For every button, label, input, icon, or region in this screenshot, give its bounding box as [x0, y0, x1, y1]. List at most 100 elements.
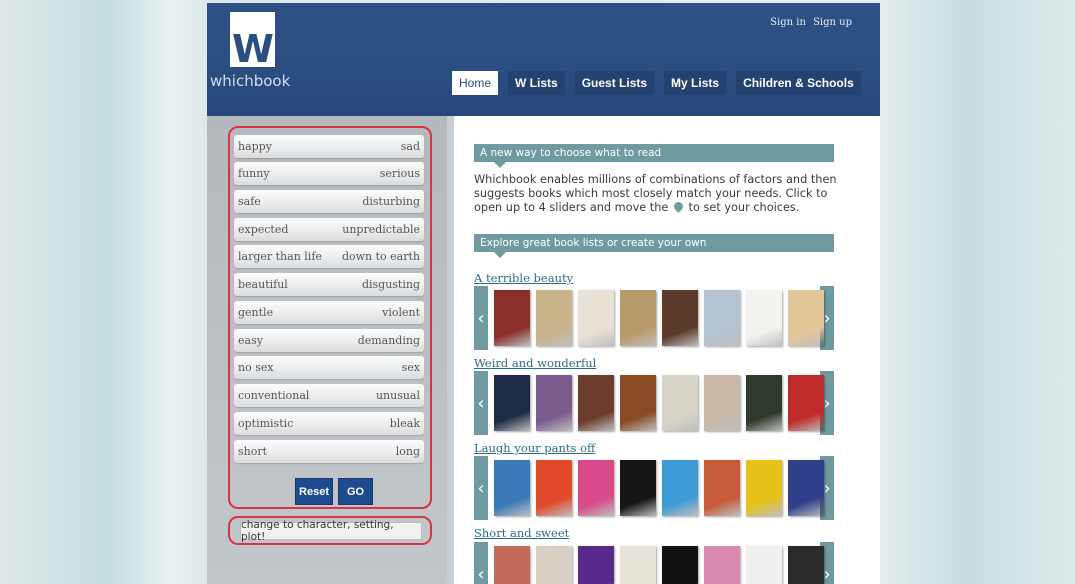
slider-left-label: expected [238, 223, 289, 236]
sign-in-link[interactable]: Sign in [770, 17, 806, 28]
book-cover[interactable] [746, 290, 782, 346]
list-title-terrible-beauty[interactable]: A terrible beauty [474, 271, 573, 285]
nav-home[interactable]: Home [452, 71, 499, 95]
slider-short-long[interactable]: short long [234, 440, 424, 463]
slider-right-label: disgusting [361, 278, 420, 291]
nav-w-lists[interactable]: W Lists [508, 71, 565, 95]
slider-left-label: funny [238, 167, 270, 180]
slider-right-label: sad [400, 140, 420, 153]
carousel-laugh-pants: ‹ › [474, 456, 834, 520]
slider-optimistic-bleak[interactable]: optimistic bleak [234, 412, 424, 435]
slider-expected-unpredictable[interactable]: expected unpredictable [234, 218, 424, 241]
banner-new-way: A new way to choose what to read [474, 144, 834, 168]
slider-beautiful-disgusting[interactable]: beautiful disgusting [234, 273, 424, 296]
slider-left-label: larger than life [238, 250, 322, 263]
nav-my-lists[interactable]: My Lists [664, 71, 727, 95]
book-cover[interactable] [704, 375, 740, 431]
book-cover[interactable] [578, 460, 614, 516]
book-cover[interactable] [662, 460, 698, 516]
slider-left-label: conventional [238, 389, 310, 402]
book-cover[interactable] [704, 290, 740, 346]
book-cover[interactable] [704, 460, 740, 516]
prev-arrow-icon[interactable]: ‹ [474, 542, 488, 584]
list-title-weird-wonderful[interactable]: Weird and wonderful [474, 356, 596, 370]
book-cover[interactable] [662, 290, 698, 346]
book-cover[interactable] [704, 546, 740, 584]
book-cover[interactable] [536, 546, 572, 584]
book-cover[interactable] [494, 290, 530, 346]
auth-links: Sign in Sign up [766, 17, 852, 28]
book-cover[interactable] [578, 375, 614, 431]
book-cover[interactable] [746, 460, 782, 516]
slider-right-label: unusual [375, 389, 420, 402]
book-cover[interactable] [746, 546, 782, 584]
slider-left-label: beautiful [238, 278, 288, 291]
main-nav: Home W Lists Guest Lists My Lists Childr… [452, 71, 871, 95]
book-cover[interactable] [536, 375, 572, 431]
slider-larger-down[interactable]: larger than life down to earth [234, 245, 424, 268]
book-cover[interactable] [788, 460, 824, 516]
prev-arrow-icon[interactable]: ‹ [474, 286, 488, 350]
book-cover[interactable] [494, 375, 530, 431]
logo-text[interactable]: whichbook [210, 72, 290, 90]
prev-arrow-icon[interactable]: ‹ [474, 456, 488, 520]
carousel-short-sweet: ‹ › [474, 542, 834, 584]
book-cover[interactable] [578, 290, 614, 346]
book-cover[interactable] [494, 460, 530, 516]
slider-conventional-unusual[interactable]: conventional unusual [234, 384, 424, 407]
sidebar: happy sad funny serious safe disturbing exp… [207, 116, 447, 584]
book-cover[interactable] [662, 375, 698, 431]
nav-guest-lists[interactable]: Guest Lists [574, 71, 655, 95]
list-title-laugh-pants[interactable]: Laugh your pants off [474, 441, 595, 455]
book-cover[interactable] [536, 290, 572, 346]
change-mode-button[interactable]: change to character, setting, plot! [240, 519, 422, 543]
slider-gentle-violent[interactable]: gentle violent [234, 301, 424, 324]
nav-children-schools[interactable]: Children & Schools [736, 71, 861, 95]
slider-happy-sad[interactable]: happy sad [234, 135, 424, 158]
book-cover[interactable] [578, 546, 614, 584]
book-cover[interactable] [620, 546, 656, 584]
slider-left-label: no sex [238, 361, 274, 374]
list-title-short-sweet[interactable]: Short and sweet [474, 526, 569, 540]
book-cover[interactable] [620, 460, 656, 516]
logo-letter: W [232, 27, 274, 71]
main-content: A new way to choose what to read Whichbo… [454, 116, 880, 584]
slider-right-label: violent [382, 306, 420, 319]
slider-right-label: unpredictable [342, 223, 420, 236]
site-container: W whichbook Sign in Sign up Home W Lists… [207, 3, 880, 584]
slider-left-label: gentle [238, 306, 274, 319]
slider-right-label: sex [401, 361, 420, 374]
sign-up-link[interactable]: Sign up [813, 17, 852, 28]
carousel-weird-wonderful: ‹ › [474, 371, 834, 435]
logo[interactable]: W [230, 12, 275, 71]
header: W whichbook Sign in Sign up Home W Lists… [207, 3, 880, 116]
slider-left-label: optimistic [238, 417, 294, 430]
book-cover[interactable] [620, 290, 656, 346]
slider-funny-serious[interactable]: funny serious [234, 162, 424, 185]
slider-easy-demanding[interactable]: easy demanding [234, 329, 424, 352]
slider-drop-icon [672, 200, 685, 213]
slider-safe-disturbing[interactable]: safe disturbing [234, 190, 424, 213]
slider-right-label: serious [379, 167, 420, 180]
slider-left-label: happy [238, 140, 272, 153]
book-cover[interactable] [494, 546, 530, 584]
reset-button[interactable]: Reset [295, 478, 333, 505]
slider-left-label: easy [238, 334, 263, 347]
slider-right-label: disturbing [362, 195, 420, 208]
book-cover[interactable] [788, 375, 824, 431]
slider-right-label: bleak [389, 417, 420, 430]
book-cover[interactable] [662, 546, 698, 584]
book-cover[interactable] [788, 290, 824, 346]
book-cover[interactable] [746, 375, 782, 431]
slider-nosex-sex[interactable]: no sex sex [234, 356, 424, 379]
book-cover[interactable] [788, 546, 824, 584]
prev-arrow-icon[interactable]: ‹ [474, 371, 488, 435]
slider-right-label: long [395, 445, 420, 458]
book-cover[interactable] [620, 375, 656, 431]
slider-left-label: safe [238, 195, 261, 208]
go-button[interactable]: GO [338, 478, 373, 505]
slider-right-label: demanding [357, 334, 420, 347]
carousel-terrible-beauty: ‹ › [474, 286, 834, 350]
slider-left-label: short [238, 445, 268, 458]
book-cover[interactable] [536, 460, 572, 516]
